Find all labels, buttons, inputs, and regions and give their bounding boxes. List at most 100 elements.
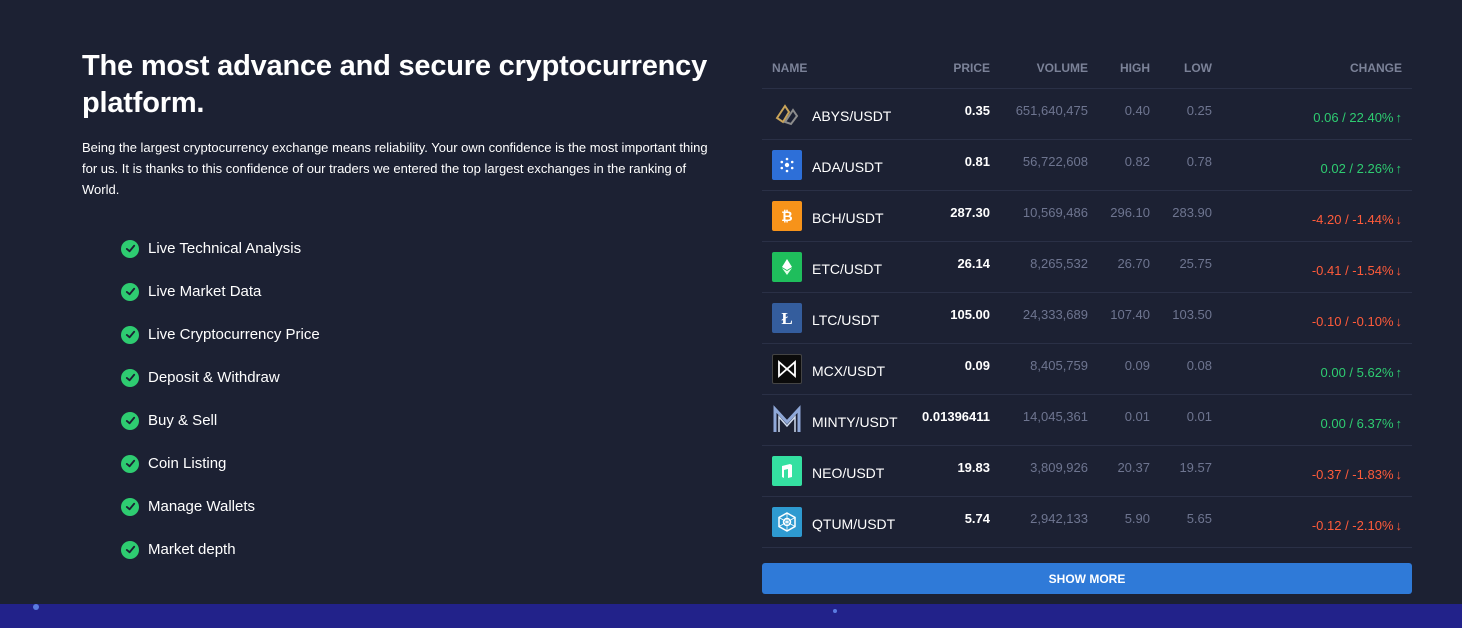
feature-label: Market depth [148,541,236,558]
arrow-down-icon: ↓ [1395,467,1403,482]
price-cell: 0.09 [964,358,990,373]
feature-item: Live Market Data [121,270,722,313]
pair-name[interactable]: BCH/USDT [812,210,884,226]
column-header-high[interactable]: HIGH [1088,61,1150,75]
footer-band [0,604,1462,628]
low-cell: 5.65 [1186,511,1212,526]
change-value: -4.20 / -1.44% [1311,212,1394,227]
change-cell: 0.02 / 2.26% ↑ [1212,140,1412,190]
etc-icon [772,252,802,282]
arrow-down-icon: ↓ [1395,518,1403,533]
high-cell: 107.40 [1110,307,1150,322]
pair-name[interactable]: ABYS/USDT [812,108,891,124]
volume-cell: 24,333,689 [1022,307,1088,322]
high-cell: 0.82 [1124,154,1150,169]
svg-text:₿: ₿ [781,209,792,225]
table-row[interactable]: MCX/USDT 0.09 8,405,759 0.09 0.08 0.00 /… [762,344,1412,395]
volume-cell: 2,942,133 [1030,511,1088,526]
arrow-up-icon: ↑ [1395,161,1403,176]
feature-list: Live Technical Analysis Live Market Data… [121,227,722,571]
pair-name[interactable]: QTUM/USDT [812,516,895,532]
change-cell: 0.06 / 22.40% ↑ [1212,89,1412,139]
change-value: -0.10 / -0.10% [1311,314,1394,329]
low-cell: 0.01 [1186,409,1212,424]
pair-name[interactable]: LTC/USDT [812,312,879,328]
abys-icon [772,99,802,129]
check-icon [121,454,139,473]
column-header-low[interactable]: LOW [1150,61,1212,75]
column-header-change[interactable]: CHANGE [1212,61,1412,75]
arrow-down-icon: ↓ [1395,314,1403,329]
high-cell: 5.90 [1124,511,1150,526]
check-icon [121,497,139,516]
check-icon [121,368,139,387]
low-cell: 283.90 [1172,205,1212,220]
volume-cell: 8,265,532 [1030,256,1088,271]
high-cell: 0.40 [1124,103,1150,118]
feature-label: Live Cryptocurrency Price [148,326,320,343]
decorative-dot [33,604,39,610]
volume-cell: 56,722,608 [1022,154,1088,169]
svg-text:Ł: Ł [781,309,792,328]
feature-item: Market depth [121,528,722,571]
change-cell: -0.41 / -1.54% ↓ [1212,242,1412,292]
arrow-up-icon: ↑ [1395,416,1403,431]
change-value: -0.37 / -1.83% [1311,467,1394,482]
price-cell: 5.74 [964,511,990,526]
show-more-button[interactable]: SHOW MORE [762,563,1412,594]
feature-item: Buy & Sell [121,399,722,442]
pair-name[interactable]: NEO/USDT [812,465,884,481]
column-header-price[interactable]: PRICE [910,61,990,75]
volume-cell: 651,640,475 [1015,103,1088,118]
change-cell: -0.10 / -0.10% ↓ [1212,293,1412,343]
arrow-up-icon: ↑ [1395,110,1403,125]
table-row[interactable]: ETC/USDT 26.14 8,265,532 26.70 25.75 -0.… [762,242,1412,293]
change-value: 0.06 / 22.40% [1313,110,1394,125]
feature-label: Manage Wallets [148,498,255,515]
price-cell: 19.83 [957,460,990,475]
pair-name[interactable]: ETC/USDT [812,261,882,277]
pair-name[interactable]: ADA/USDT [812,159,883,175]
change-cell: -0.37 / -1.83% ↓ [1212,446,1412,496]
bch-icon: ₿ [772,201,802,231]
volume-cell: 8,405,759 [1030,358,1088,373]
market-table: NAME PRICE VOLUME HIGH LOW CHANGE ABYS/U… [762,48,1412,548]
feature-label: Deposit & Withdraw [148,369,280,386]
column-header-volume[interactable]: VOLUME [990,61,1088,75]
feature-label: Coin Listing [148,455,227,472]
price-cell: 287.30 [950,205,990,220]
feature-label: Live Technical Analysis [148,240,302,257]
high-cell: 0.09 [1124,358,1150,373]
low-cell: 25.75 [1179,256,1212,271]
price-cell: 26.14 [957,256,990,271]
neo-icon [772,456,802,486]
decorative-dot [833,609,837,613]
check-icon [121,540,139,559]
volume-cell: 3,809,926 [1030,460,1088,475]
high-cell: 20.37 [1117,460,1150,475]
table-row[interactable]: ABYS/USDT 0.35 651,640,475 0.40 0.25 0.0… [762,89,1412,140]
volume-cell: 10,569,486 [1022,205,1088,220]
check-icon [121,282,139,301]
low-cell: 0.25 [1186,103,1212,118]
feature-item: Coin Listing [121,442,722,485]
volume-cell: 14,045,361 [1022,409,1088,424]
feature-item: Manage Wallets [121,485,722,528]
feature-item: Live Technical Analysis [121,227,722,270]
pair-name[interactable]: MCX/USDT [812,363,885,379]
table-row[interactable]: QTUM/USDT 5.74 2,942,133 5.90 5.65 -0.12… [762,497,1412,548]
column-header-name[interactable]: NAME [762,61,910,75]
feature-item: Deposit & Withdraw [121,356,722,399]
change-value: 0.00 / 5.62% [1320,365,1394,380]
ltc-icon: Ł [772,303,802,333]
table-row[interactable]: ADA/USDT 0.81 56,722,608 0.82 0.78 0.02 … [762,140,1412,191]
high-cell: 296.10 [1110,205,1150,220]
table-row[interactable]: NEO/USDT 19.83 3,809,926 20.37 19.57 -0.… [762,446,1412,497]
pair-name[interactable]: MINTY/USDT [812,414,898,430]
change-value: 0.02 / 2.26% [1320,161,1394,176]
price-cell: 0.35 [964,103,990,118]
table-row[interactable]: MINTY/USDT 0.01396411 14,045,361 0.01 0.… [762,395,1412,446]
change-value: -0.12 / -2.10% [1311,518,1394,533]
table-row[interactable]: ₿ BCH/USDT 287.30 10,569,486 296.10 283.… [762,191,1412,242]
table-row[interactable]: Ł LTC/USDT 105.00 24,333,689 107.40 103.… [762,293,1412,344]
